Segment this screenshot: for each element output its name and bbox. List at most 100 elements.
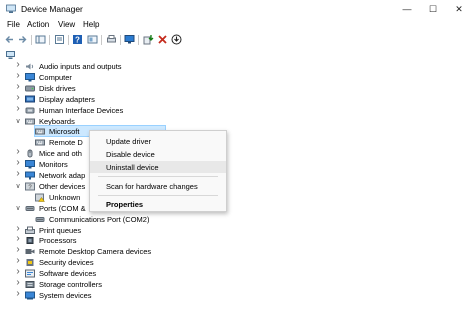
chevron-right-icon[interactable]: › <box>14 70 22 81</box>
tree-category[interactable]: › Remote Desktop Camera devices <box>0 244 474 257</box>
chevron-right-icon[interactable]: › <box>14 59 22 70</box>
tree-category[interactable]: › Display adapters <box>0 92 474 105</box>
tree-category[interactable]: › Print queues <box>0 223 474 236</box>
tree-child-device[interactable]: Remote D <box>0 137 474 148</box>
ctx-uninstall-device[interactable]: Uninstall device <box>90 161 226 173</box>
computer-root-icon[interactable] <box>6 51 15 60</box>
menu-help[interactable]: Help <box>83 20 99 29</box>
unknown-device-icon <box>35 193 45 202</box>
update-driver-icon[interactable] <box>143 34 154 45</box>
chevron-right-icon[interactable]: › <box>14 266 22 277</box>
tree-child-device[interactable]: Microsoft <box>0 125 474 138</box>
help-icon[interactable]: ? <box>72 34 83 45</box>
menu-view[interactable]: View <box>58 20 75 29</box>
maximize-button[interactable]: ☐ <box>420 0 446 18</box>
tree-category[interactable]: › System devices <box>0 288 474 301</box>
software-icon <box>25 269 35 278</box>
ctx-properties[interactable]: Properties <box>90 198 226 210</box>
back-arrow-icon[interactable] <box>4 34 15 45</box>
keyboard-icon <box>35 128 45 135</box>
storage-icon <box>25 281 35 288</box>
close-button[interactable]: ✕ <box>446 0 472 18</box>
printer-icon <box>25 226 35 234</box>
tree-item-label: Unknown <box>49 192 81 202</box>
svg-text:?: ? <box>75 36 80 45</box>
tree-category[interactable]: › Computer <box>0 70 474 83</box>
chevron-right-icon[interactable]: › <box>14 244 22 255</box>
tree-item-label: Network adap <box>39 171 86 180</box>
tree-item-label: Security devices <box>39 258 94 268</box>
context-menu: Update driver Disable device Uninstall d… <box>89 130 227 212</box>
menu-action[interactable]: Action <box>27 20 49 29</box>
tree-item-label: Communications Port (COM2) <box>49 214 150 224</box>
uninstall-x-icon[interactable] <box>157 34 168 45</box>
menu-bar: File Action View Help <box>0 18 474 32</box>
tree-item-label: Storage controllers <box>39 280 102 289</box>
tree-child-device[interactable]: Communications Port (COM2) <box>0 214 474 225</box>
chevron-right-icon[interactable]: › <box>14 233 22 244</box>
properties-pane-icon[interactable] <box>35 34 46 45</box>
chevron-right-icon[interactable]: › <box>14 92 22 103</box>
chevron-right-icon[interactable]: › <box>14 223 22 234</box>
ctx-disable-device[interactable]: Disable device <box>90 148 226 160</box>
title-bar: Device Manager — ☐ ✕ <box>0 0 474 18</box>
tree-category[interactable]: › Mice and oth <box>0 146 474 159</box>
tree-category[interactable]: › Audio inputs and outputs <box>0 59 474 72</box>
tree-item-label: Other devices <box>39 181 86 191</box>
view-list-icon[interactable] <box>54 34 65 45</box>
tree-category[interactable]: ∨ Ports (COM & <box>0 203 474 214</box>
chevron-right-icon[interactable]: › <box>14 157 22 168</box>
monitor-icon <box>25 72 35 82</box>
chevron-right-icon[interactable]: › <box>14 277 22 288</box>
chevron-down-icon[interactable]: ∨ <box>14 204 22 213</box>
ctx-update-driver[interactable]: Update driver <box>90 135 226 147</box>
tree-item-label: Mice and oth <box>39 149 82 159</box>
tree-category[interactable]: ∨? Other devices <box>0 181 474 192</box>
download-circle-icon[interactable] <box>171 34 182 45</box>
tree-item-label: Audio inputs and outputs <box>39 62 122 71</box>
monitor-icon <box>25 160 35 169</box>
keyboard-icon <box>25 118 35 124</box>
chevron-right-icon[interactable]: › <box>14 168 22 179</box>
menu-file[interactable]: File <box>7 20 20 29</box>
minimize-button[interactable]: — <box>394 0 420 18</box>
tree-category[interactable]: › Security devices <box>0 255 474 268</box>
chevron-right-icon[interactable]: › <box>14 81 22 92</box>
toolbar-separator <box>31 35 32 45</box>
tree-item-label: Computer <box>39 72 72 82</box>
chevron-down-icon[interactable]: ∨ <box>14 117 22 126</box>
tree-item-label: Ports (COM & <box>39 203 86 213</box>
tree-category[interactable]: › Network adap <box>0 168 474 181</box>
window-title: Device Manager <box>21 4 83 14</box>
console-icon[interactable] <box>87 34 98 45</box>
toolbar-separator <box>101 35 102 45</box>
tree-category[interactable]: › Processors <box>0 233 474 246</box>
tree-item-label: Keyboards <box>39 116 75 126</box>
speaker-icon <box>26 63 34 70</box>
chevron-right-icon[interactable]: › <box>14 288 22 299</box>
tree-category[interactable]: › Software devices <box>0 266 474 279</box>
toolbar-separator <box>68 35 69 45</box>
chevron-right-icon[interactable]: › <box>14 255 22 266</box>
network-icon <box>25 171 35 180</box>
tree-category[interactable]: › Storage controllers <box>0 277 474 290</box>
tree-item-label: System devices <box>39 290 92 300</box>
camera-icon <box>25 249 35 255</box>
printer-icon[interactable] <box>106 34 117 45</box>
other-devices-icon: ? <box>25 182 35 191</box>
chevron-right-icon[interactable]: › <box>14 103 22 114</box>
port-icon <box>35 216 45 222</box>
tree-child-device[interactable]: Unknown <box>0 192 474 203</box>
security-icon <box>26 259 34 267</box>
chevron-right-icon[interactable]: › <box>14 146 22 157</box>
tree-item-label: Remote Desktop Camera devices <box>39 247 152 257</box>
tree-category[interactable]: › Monitors <box>0 157 474 170</box>
forward-arrow-icon[interactable] <box>17 34 28 45</box>
chevron-down-icon[interactable]: ∨ <box>14 182 22 191</box>
toolbar: ? <box>0 32 474 48</box>
tree-category[interactable]: › Disk drives <box>0 81 474 94</box>
ctx-separator <box>98 176 218 177</box>
tree-category[interactable]: › Human Interface Devices <box>0 103 474 116</box>
ctx-scan-hardware[interactable]: Scan for hardware changes <box>90 180 226 192</box>
scan-hardware-monitor-icon[interactable] <box>124 34 135 45</box>
